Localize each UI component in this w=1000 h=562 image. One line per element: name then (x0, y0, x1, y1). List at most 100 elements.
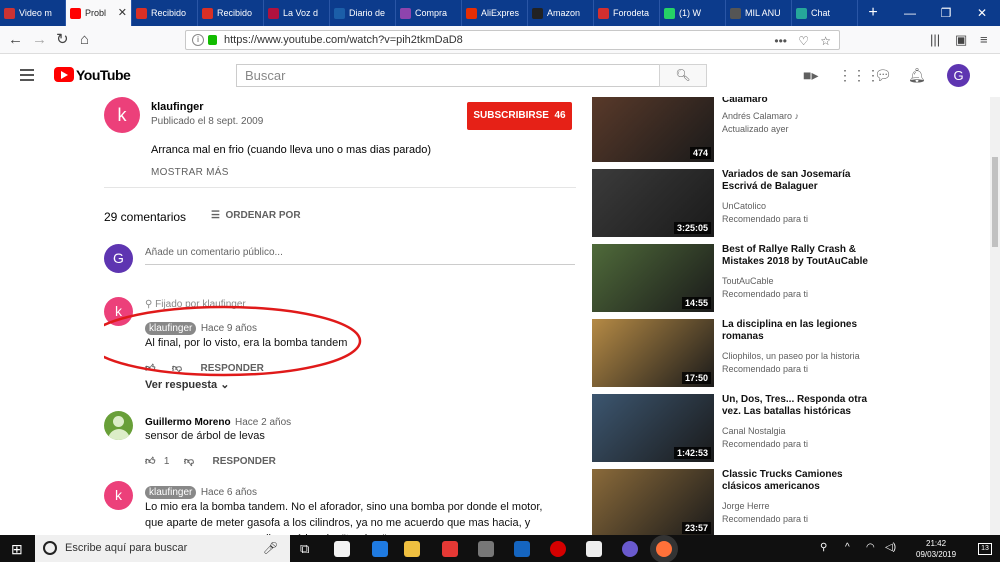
pocket-icon[interactable]: ♡ (798, 32, 809, 50)
upload-video-icon[interactable]: ■▸ (803, 67, 818, 84)
mail-icon[interactable] (478, 541, 494, 557)
library-icon[interactable]: ||| (930, 30, 940, 50)
url-bar[interactable]: i https://www.youtube.com/watch?v=pih2tk… (185, 30, 840, 50)
video-channel[interactable]: Andrés Calamaro ♪ (722, 111, 799, 121)
minimize-button[interactable]: — (892, 0, 928, 26)
comment-avatar[interactable]: k (104, 481, 133, 510)
video-channel[interactable]: ToutAuCable (722, 276, 774, 286)
new-tab-button[interactable]: + (858, 0, 888, 26)
notifications-bell-icon[interactable]: 🔔︎ (908, 67, 926, 84)
browser-tab[interactable]: Forodeta (594, 0, 660, 26)
home-icon[interactable]: ⌂ (80, 30, 89, 50)
comment-author[interactable]: Guillermo Moreno (145, 417, 231, 428)
related-video-item[interactable]: 23:57 Classic Trucks Camiones clásicos am… (592, 469, 992, 535)
notification-center-icon[interactable]: 13 (978, 543, 992, 555)
browser-tab[interactable]: Compra (396, 0, 462, 26)
browser-tab[interactable]: La Voz d (264, 0, 330, 26)
add-comment-input[interactable]: Añade un comentario público... (145, 247, 575, 265)
video-thumbnail[interactable]: 3:25:05 (592, 169, 714, 237)
youtube-logo-icon[interactable] (54, 67, 74, 82)
gift-icon[interactable] (442, 541, 458, 557)
opera-icon[interactable] (550, 541, 566, 557)
video-thumbnail[interactable]: 474 (592, 97, 714, 162)
youtube-logo-text[interactable]: YouTube (76, 67, 131, 83)
video-title[interactable]: Calamaro (722, 97, 872, 106)
reply-button[interactable]: RESPONDER (213, 456, 276, 467)
system-clock[interactable]: 21:42 09/03/2019 (916, 538, 956, 560)
related-video-item[interactable]: 3:25:05 Variados de san Josemaría Escrivá… (592, 169, 992, 239)
taskbar-search-input[interactable]: Escribe aquí para buscar 🎤︎ (35, 535, 290, 562)
video-thumbnail[interactable]: 1:42:53 (592, 394, 714, 462)
video-thumbnail[interactable]: 17:50 (592, 319, 714, 387)
video-title[interactable]: Variados de san Josemaría Escrivá de Bal… (722, 169, 872, 193)
browser-tab[interactable]: Chat (792, 0, 858, 26)
browser-tab[interactable]: (1) W (660, 0, 726, 26)
like-icon[interactable]: 👍︎ (145, 456, 155, 467)
comment-time[interactable]: Hace 2 años (235, 417, 291, 428)
browser-tab[interactable]: Video m (0, 0, 66, 26)
app-icon[interactable] (622, 541, 638, 557)
info-icon[interactable]: i (192, 34, 204, 46)
video-title[interactable]: Un, Dos, Tres... Responda otra vez. Las … (722, 394, 872, 418)
video-channel[interactable]: UnCatolico (722, 201, 766, 211)
channel-name[interactable]: klaufinger (151, 101, 204, 113)
back-icon[interactable]: ← (8, 30, 23, 50)
more-icon[interactable]: ••• (774, 32, 787, 50)
browser-tab[interactable]: Recibido (132, 0, 198, 26)
maximize-button[interactable]: ❐ (928, 0, 964, 26)
related-video-item[interactable]: 17:50 La disciplina en las legiones roman… (592, 319, 992, 389)
comment-avatar[interactable] (104, 411, 133, 440)
video-title[interactable]: La disciplina en las legiones romanas (722, 319, 872, 343)
microphone-icon[interactable]: 🎤︎ (263, 535, 278, 562)
edge-icon[interactable] (372, 541, 388, 557)
store-icon[interactable] (334, 541, 350, 557)
related-video-item[interactable]: 14:55 Best of Rallye Rally Crash & Mistak… (592, 244, 992, 314)
related-video-item[interactable]: 1:42:53 Un, Dos, Tres... Responda otra ve… (592, 394, 992, 464)
subscribe-button[interactable]: SUBSCRIBIRSE 46 (467, 102, 572, 130)
sidebar-icon[interactable]: ▣ (955, 30, 967, 50)
video-channel[interactable]: Jorge Herre (722, 501, 770, 511)
messages-icon[interactable]: 💬︎ (874, 67, 892, 84)
firefox-icon[interactable] (656, 541, 672, 557)
search-button[interactable]: 🔍︎ (659, 64, 707, 87)
close-window-button[interactable]: ✕ (964, 0, 1000, 26)
forward-icon[interactable]: → (32, 30, 47, 50)
chevron-up-icon[interactable]: ^ (845, 542, 850, 553)
sort-button[interactable]: ☰ ORDENAR POR (211, 210, 301, 221)
video-channel[interactable]: Canal Nostalgia (722, 426, 786, 436)
channel-avatar[interactable]: k (104, 97, 140, 133)
browser-tab[interactable]: Amazon (528, 0, 594, 26)
task-view-icon[interactable]: ⧉ (300, 541, 316, 557)
page-scrollbar[interactable] (990, 97, 1000, 535)
video-thumbnail[interactable]: 23:57 (592, 469, 714, 535)
account-avatar[interactable]: G (947, 64, 970, 87)
browser-tab[interactable]: MIL ANU (726, 0, 792, 26)
author-badge[interactable]: klaufinger (145, 486, 197, 499)
menu-icon[interactable]: ≡ (980, 30, 988, 50)
hamburger-menu-icon[interactable] (20, 69, 34, 81)
video-title[interactable]: Best of Rallye Rally Crash & Mistakes 20… (722, 244, 872, 268)
video-channel[interactable]: Cliophilos, un paseo por la historia (722, 351, 860, 361)
document-icon[interactable] (586, 541, 602, 557)
dislike-icon[interactable]: 👎︎ (184, 456, 194, 467)
video-title[interactable]: Classic Trucks Camiones clásicos america… (722, 469, 872, 493)
bookmark-star-icon[interactable]: ☆ (820, 32, 831, 50)
comment-time[interactable]: Hace 6 años (201, 487, 257, 498)
close-tab-icon[interactable]: ✕ (118, 6, 127, 19)
file-explorer-icon[interactable] (404, 541, 420, 557)
windows-start-icon[interactable]: ⊞ (11, 541, 23, 558)
video-thumbnail[interactable]: 14:55 (592, 244, 714, 312)
search-input[interactable]: Buscar (236, 64, 660, 87)
show-more-button[interactable]: MOSTRAR MÁS (151, 167, 229, 178)
browser-tab[interactable]: Recibido (198, 0, 264, 26)
related-video-item[interactable]: 474 Calamaro Andrés Calamaro ♪ Actualizado … (592, 97, 992, 164)
pdf-app-icon[interactable] (514, 541, 530, 557)
browser-tab[interactable]: Probl ✕ (66, 0, 132, 26)
people-icon[interactable]: ⚲ (820, 542, 827, 553)
wifi-icon[interactable]: ◠ (866, 542, 875, 553)
browser-tab[interactable]: Diario de (330, 0, 396, 26)
browser-tab[interactable]: AliExpres (462, 0, 528, 26)
reload-icon[interactable]: ↻ (56, 30, 69, 50)
scrollbar-thumb[interactable] (992, 157, 998, 247)
volume-icon[interactable]: ◁) (885, 542, 896, 553)
